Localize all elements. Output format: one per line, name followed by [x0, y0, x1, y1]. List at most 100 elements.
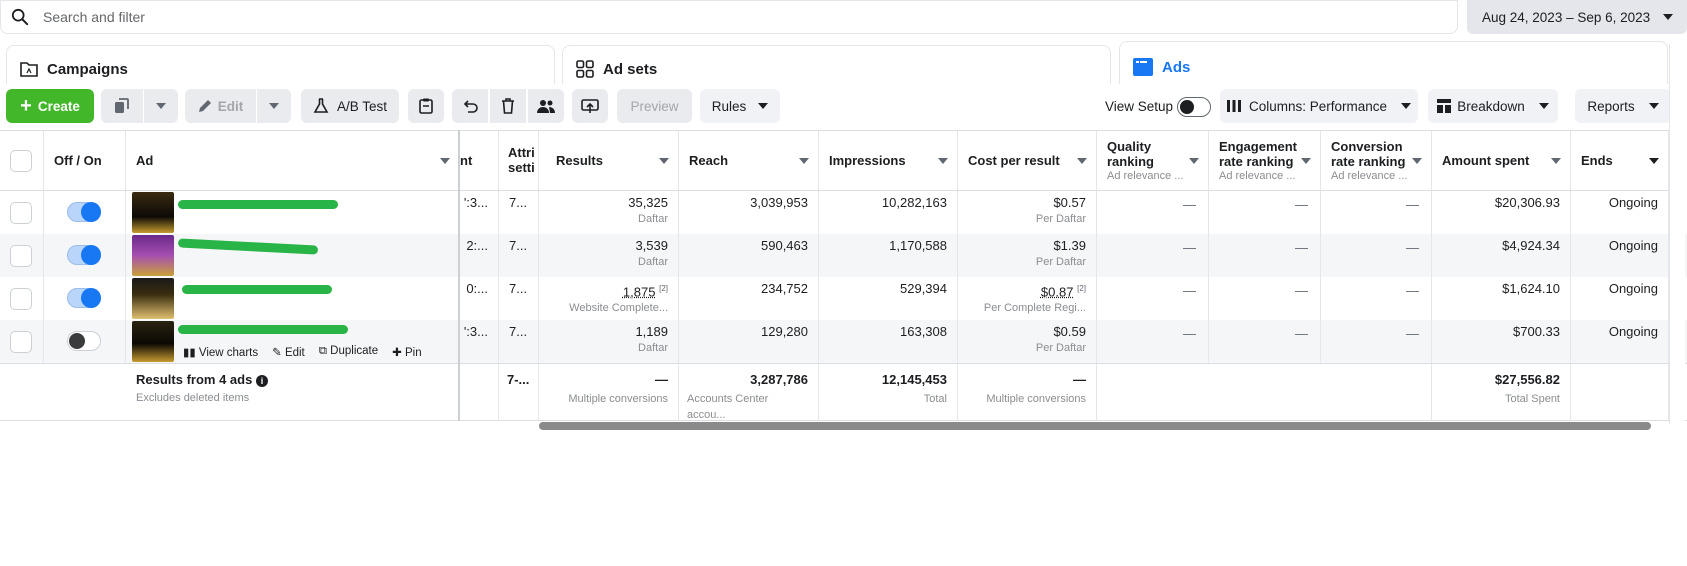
- export-button[interactable]: [572, 89, 608, 123]
- horizontal-scrollbar[interactable]: [539, 422, 1651, 430]
- frozen-column-divider: [458, 130, 460, 421]
- row-checkbox[interactable]: [10, 202, 32, 224]
- col-conversion-ranking[interactable]: Conversion rate ranking Ad relevance ...: [1321, 130, 1432, 191]
- chevron-down-icon: [1663, 14, 1673, 20]
- table-row[interactable]: 2:... 7... 3,539 Daftar 590,463 1,170,588…: [0, 234, 1687, 277]
- undo-button[interactable]: [452, 89, 488, 123]
- duplicate-dropdown[interactable]: [144, 89, 178, 123]
- table-row[interactable]: ':3... 7... 35,325 Daftar 3,039,953 10,28…: [0, 191, 1687, 234]
- results-value: 3,539: [635, 238, 668, 253]
- search-bar[interactable]: Search and filter: [0, 0, 1458, 34]
- cost-cell: $0.57 Per Daftar: [958, 191, 1097, 234]
- summary-cost-sub: Multiple conversions: [986, 393, 1086, 405]
- export-icon: [581, 99, 599, 113]
- preview-button[interactable]: Preview: [617, 89, 692, 123]
- summary-impressions-sub: Total: [923, 393, 947, 405]
- duplicate-link[interactable]: ⧉ Duplicate: [319, 345, 378, 359]
- edit-dropdown[interactable]: [257, 89, 291, 123]
- sort-icon[interactable]: [1189, 158, 1199, 164]
- col-partial-label: nt: [460, 153, 473, 168]
- summary-reach: 3,287,786 Accounts Center accou...: [679, 364, 819, 421]
- col-engagement-ranking[interactable]: Engagement rate ranking Ad relevance ...: [1209, 130, 1321, 191]
- duplicate-button[interactable]: [101, 89, 143, 123]
- create-button[interactable]: + Create: [6, 89, 94, 123]
- quality-cell: —: [1097, 191, 1209, 234]
- cost-value: $1.39: [1053, 238, 1086, 253]
- ab-test-button[interactable]: A/B Test: [301, 89, 399, 123]
- col-results[interactable]: Results: [539, 130, 679, 191]
- col-attribution-line1: Attri: [508, 145, 535, 160]
- sort-icon[interactable]: [799, 158, 809, 164]
- ad-status-toggle[interactable]: [67, 202, 101, 222]
- sort-icon[interactable]: [1301, 158, 1311, 164]
- table-row[interactable]: 0:... 7... 1,875 [2] Website Complete... …: [0, 277, 1687, 320]
- table-row[interactable]: ▮▮ View charts ✎ Edit ⧉ Duplicate ✚ Pin …: [0, 320, 1687, 364]
- col-engagement-line1: Engagement: [1219, 139, 1298, 154]
- summary-results-value: —: [655, 372, 668, 387]
- pin-link[interactable]: ✚ Pin: [392, 345, 421, 359]
- row-checkbox[interactable]: [10, 288, 32, 310]
- summary-cost: — Multiple conversions: [958, 364, 1097, 421]
- sort-icon[interactable]: [938, 158, 948, 164]
- ad-thumbnail[interactable]: [132, 321, 174, 362]
- col-amount-spent[interactable]: Amount spent: [1432, 130, 1571, 191]
- edit-link-label: Edit: [284, 347, 305, 359]
- col-attribution[interactable]: Attri setti: [499, 130, 539, 191]
- preview-label: Preview: [630, 98, 679, 114]
- col-reach[interactable]: Reach: [679, 130, 819, 191]
- partial-cell: 0:...: [460, 277, 499, 320]
- redacted-ad-name: [182, 285, 332, 294]
- ad-status-toggle[interactable]: [67, 288, 101, 308]
- row-checkbox[interactable]: [10, 245, 32, 267]
- col-partial[interactable]: nt: [460, 130, 499, 191]
- chevron-down-icon: [758, 103, 769, 109]
- ad-thumbnail[interactable]: [132, 192, 174, 233]
- edit-label: Edit: [217, 98, 244, 114]
- sort-icon[interactable]: [440, 158, 450, 164]
- delete-button[interactable]: [490, 89, 526, 123]
- search-input[interactable]: Search and filter: [43, 9, 145, 25]
- impressions-cell: 10,282,163: [819, 191, 958, 234]
- rules-button[interactable]: Rules: [700, 89, 780, 123]
- clipboard-button[interactable]: [408, 89, 444, 123]
- audience-button[interactable]: [528, 89, 564, 123]
- columns-icon: [1226, 100, 1241, 112]
- breakdown-button[interactable]: Breakdown: [1428, 89, 1558, 123]
- flask-icon: [313, 98, 329, 113]
- reach-cell: 3,039,953: [679, 191, 819, 234]
- reports-button[interactable]: Reports: [1575, 89, 1671, 123]
- date-range-picker[interactable]: Aug 24, 2023 – Sep 6, 2023: [1467, 0, 1687, 34]
- sort-icon[interactable]: [1649, 158, 1659, 164]
- view-setup-toggle[interactable]: [1177, 97, 1211, 117]
- attribution-cell: 7...: [499, 277, 539, 320]
- pin-icon: ✚: [392, 347, 405, 359]
- sort-icon[interactable]: [1551, 158, 1561, 164]
- vertical-scrollbar[interactable]: [1669, 44, 1685, 424]
- columns-label: Columns: Performance: [1248, 98, 1388, 114]
- pin-link-label: Pin: [404, 347, 422, 359]
- row-checkbox[interactable]: [10, 331, 32, 353]
- edit-link[interactable]: ✎ Edit: [272, 345, 305, 359]
- engagement-cell: —: [1209, 234, 1321, 277]
- sort-icon[interactable]: [659, 158, 669, 164]
- sort-icon[interactable]: [1077, 158, 1087, 164]
- summary-title-cell: Results from 4 ads i Excludes deleted it…: [126, 364, 460, 421]
- conversion-cell: —: [1321, 191, 1432, 234]
- col-impressions[interactable]: Impressions: [819, 130, 958, 191]
- col-cost-per-result[interactable]: Cost per result: [958, 130, 1097, 191]
- col-ad[interactable]: Ad: [126, 130, 460, 191]
- ad-thumbnail[interactable]: [132, 278, 174, 319]
- select-all-checkbox[interactable]: [10, 149, 32, 172]
- ad-status-toggle[interactable]: [67, 245, 101, 265]
- col-ends[interactable]: Ends: [1571, 130, 1669, 191]
- view-charts-link[interactable]: ▮▮ View charts: [183, 345, 258, 359]
- ad-thumbnail[interactable]: [132, 235, 174, 276]
- col-off-on[interactable]: Off / On: [44, 130, 126, 191]
- breakdown-label: Breakdown: [1457, 98, 1525, 114]
- edit-button[interactable]: Edit: [185, 89, 256, 123]
- ad-status-toggle[interactable]: [67, 331, 101, 351]
- columns-button[interactable]: Columns: Performance: [1220, 89, 1418, 123]
- info-icon[interactable]: i: [255, 375, 268, 387]
- sort-icon[interactable]: [1412, 158, 1422, 164]
- col-quality-ranking[interactable]: Quality ranking Ad relevance ...: [1097, 130, 1209, 191]
